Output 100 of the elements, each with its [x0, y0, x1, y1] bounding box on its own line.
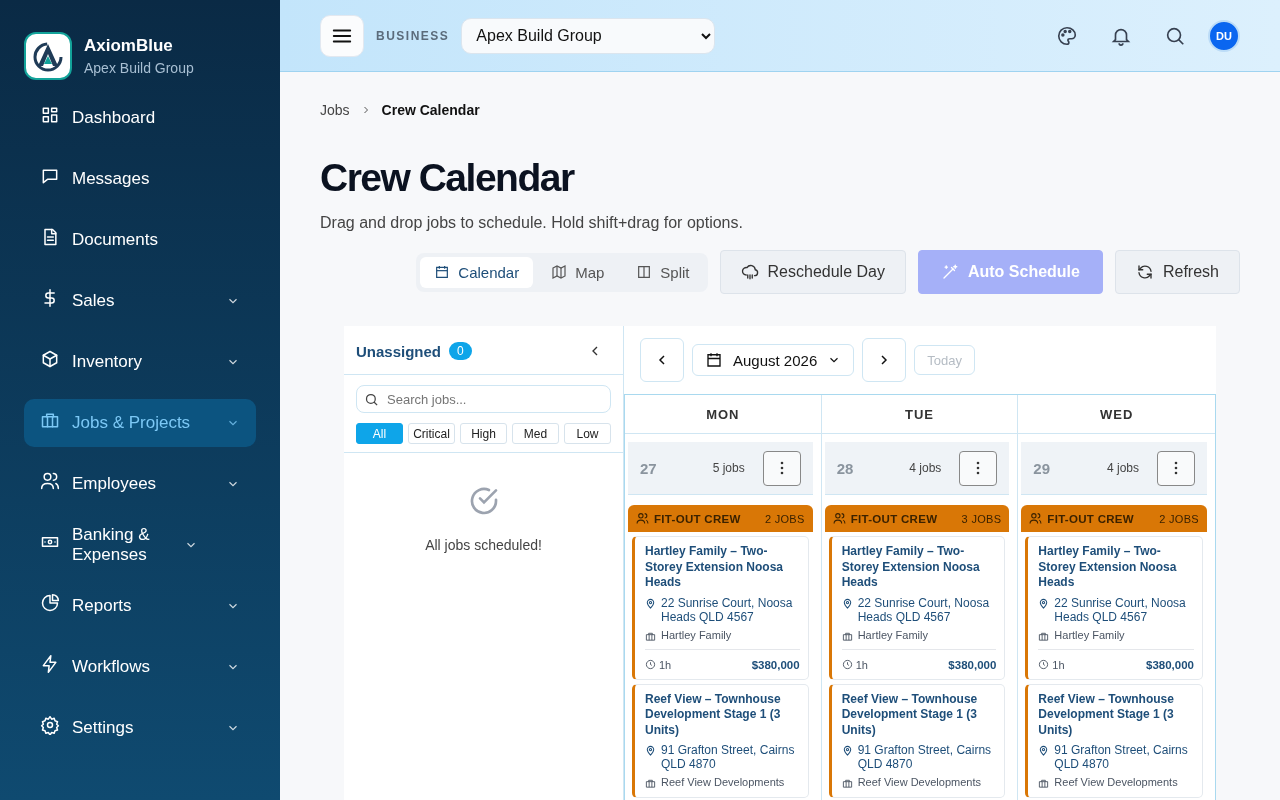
weekday-header: WED [1100, 406, 1134, 422]
briefcase-icon [40, 410, 60, 430]
location-pin-icon [1038, 745, 1050, 756]
kebab-icon [779, 461, 784, 475]
pie-chart-icon [40, 593, 60, 613]
team-icon [636, 512, 649, 525]
job-count: 4 jobs [909, 461, 942, 475]
nav-item[interactable]: Reports [24, 582, 256, 630]
empty-message: All jobs scheduled! [425, 537, 542, 553]
location-pin-icon [645, 745, 656, 756]
more-button[interactable] [959, 450, 998, 486]
job-title: Hartley Family – Two-Storey Extension Noosa Heads [841, 544, 981, 591]
breadcrumb-link[interactable]: Jobs [320, 102, 350, 118]
clock-icon [1038, 659, 1050, 670]
job-client: Hartley Family [1054, 628, 1125, 641]
building-icon [645, 630, 656, 642]
more-button[interactable] [762, 450, 801, 486]
more-button[interactable] [1157, 450, 1195, 486]
nav-item[interactable]: Banking & Expenses [24, 521, 256, 569]
refresh-icon [1135, 263, 1154, 281]
job-card[interactable]: Reef View – Townhouse Development Stage 1 (3 Units) 91 Grafton Street, Cairns QLD 4870 Reef View Developments [632, 683, 809, 798]
month-picker[interactable]: August 2026 [692, 344, 855, 376]
nav-item[interactable]: Settings [24, 704, 256, 752]
nav-item[interactable]: Documents [24, 216, 256, 264]
business-label: BUSINESS [376, 28, 450, 43]
unassigned-count: 0 [449, 342, 472, 360]
job-address: 22 Sunrise Court, Noosa Heads QLD 4567 [1054, 595, 1187, 624]
location-pin-icon [841, 745, 853, 756]
job-card[interactable]: Reef View – Townhouse Development Stage 1 (3 Units) 91 Grafton Street, Cairns QLD 4870 Reef View Developments [828, 683, 1006, 798]
job-duration: 1h [1052, 658, 1066, 671]
weekday-header: TUE [905, 406, 934, 422]
nav-item[interactable]: Messages [24, 155, 256, 203]
job-address: 91 Grafton Street, Cairns QLD 4870 [661, 743, 796, 771]
job-title: Reef View – Townhouse Development Stage 1 (3 Units) [841, 691, 979, 738]
job-address: 22 Sunrise Court, Noosa Heads QLD 4567 [857, 595, 991, 624]
page-title: Crew Calendar [320, 156, 576, 200]
grid-icon [40, 105, 60, 125]
map-icon [551, 264, 568, 280]
calendar-icon [705, 351, 723, 369]
clock-icon [645, 659, 656, 670]
job-title: Reef View – Townhouse Development Stage 1 (3 Units) [1038, 691, 1175, 738]
box-icon [40, 349, 60, 369]
date-number: 28 [836, 459, 855, 477]
job-card[interactable]: Hartley Family – Two-Storey Extension Noosa Heads 22 Sunrise Court, Noosa Heads QLD 4567 Hartley Family 1h $380,000 [632, 536, 809, 680]
nav-item[interactable]: Workflows [24, 643, 256, 691]
view-tab[interactable]: Map [537, 256, 619, 288]
palette-icon[interactable] [1056, 24, 1078, 47]
job-card[interactable]: Reef View – Townhouse Development Stage 1 (3 Units) 91 Grafton Street, Cairns QLD 4870 Reef View Developments [1025, 683, 1203, 798]
job-card[interactable]: Hartley Family – Two-Storey Extension Noosa Heads 22 Sunrise Court, Noosa Heads QLD 4567 Hartley Family 1h $380,000 [828, 536, 1006, 680]
job-duration: 1h [659, 658, 673, 671]
job-duration: 1h [855, 658, 869, 671]
crew-job-count: 3 JOBS [961, 512, 1002, 525]
priority-filter[interactable]: Med [512, 423, 559, 444]
app-name: AxiomBlue [84, 36, 174, 56]
cloud-rain-icon [740, 263, 759, 281]
location-pin-icon [841, 597, 853, 609]
people-icon [40, 471, 60, 491]
view-tab[interactable]: Calendar [420, 256, 534, 288]
clock-icon [841, 659, 853, 670]
date-number: 27 [640, 459, 658, 477]
crew-name: FIT-OUT CREW [850, 512, 939, 525]
crew-job-count: 2 JOBS [1159, 512, 1199, 525]
nav-item[interactable]: Dashboard [24, 94, 256, 142]
team-icon [1029, 512, 1043, 525]
priority-filter[interactable]: High [460, 423, 507, 444]
job-address: 22 Sunrise Court, Noosa Heads QLD 4567 [661, 595, 794, 624]
priority-filter[interactable]: Critical [408, 423, 455, 444]
nav-item[interactable]: Sales [24, 277, 256, 325]
action-button[interactable]: Reschedule Day [719, 250, 906, 294]
weekday-header: MON [706, 406, 740, 422]
job-client: Reef View Developments [857, 776, 981, 788]
job-title: Hartley Family – Two-Storey Extension Noosa Heads [645, 544, 785, 591]
business-select[interactable]: Apex Build Group [461, 17, 716, 54]
organization-name: Apex Build Group [84, 60, 194, 76]
lightning-icon [40, 654, 60, 674]
nav-item[interactable]: Jobs & Projects [24, 399, 256, 447]
nav-item[interactable]: Employees [24, 460, 256, 508]
menu-button[interactable] [320, 14, 364, 57]
view-tab[interactable]: Split [622, 256, 704, 288]
job-card[interactable]: Hartley Family – Two-Storey Extension Noosa Heads 22 Sunrise Court, Noosa Heads QLD 4567 Hartley Family 1h $380,000 [1025, 536, 1203, 680]
building-icon [841, 630, 853, 642]
priority-filter[interactable]: Low [564, 423, 611, 444]
date-number: 29 [1033, 459, 1051, 477]
gear-icon [40, 715, 60, 735]
action-button[interactable]: Refresh [1114, 250, 1240, 294]
nav-item[interactable]: Inventory [24, 338, 256, 386]
job-value: $380,000 [948, 658, 997, 671]
message-icon [40, 166, 60, 186]
building-icon [1038, 630, 1050, 642]
job-value: $380,000 [1146, 658, 1194, 671]
job-client: Hartley Family [661, 628, 732, 641]
job-value: $380,000 [751, 658, 800, 671]
kebab-icon [1174, 461, 1178, 475]
job-title: Reef View – Townhouse Development Stage 1 (3 Units) [645, 691, 782, 738]
job-count: 5 jobs [712, 461, 745, 475]
search-field[interactable]: Search jobs... [356, 385, 611, 413]
logo-icon [24, 32, 72, 80]
building-icon [645, 778, 656, 789]
job-client: Reef View Developments [661, 776, 785, 788]
user-avatar[interactable]: DU [1208, 19, 1240, 52]
